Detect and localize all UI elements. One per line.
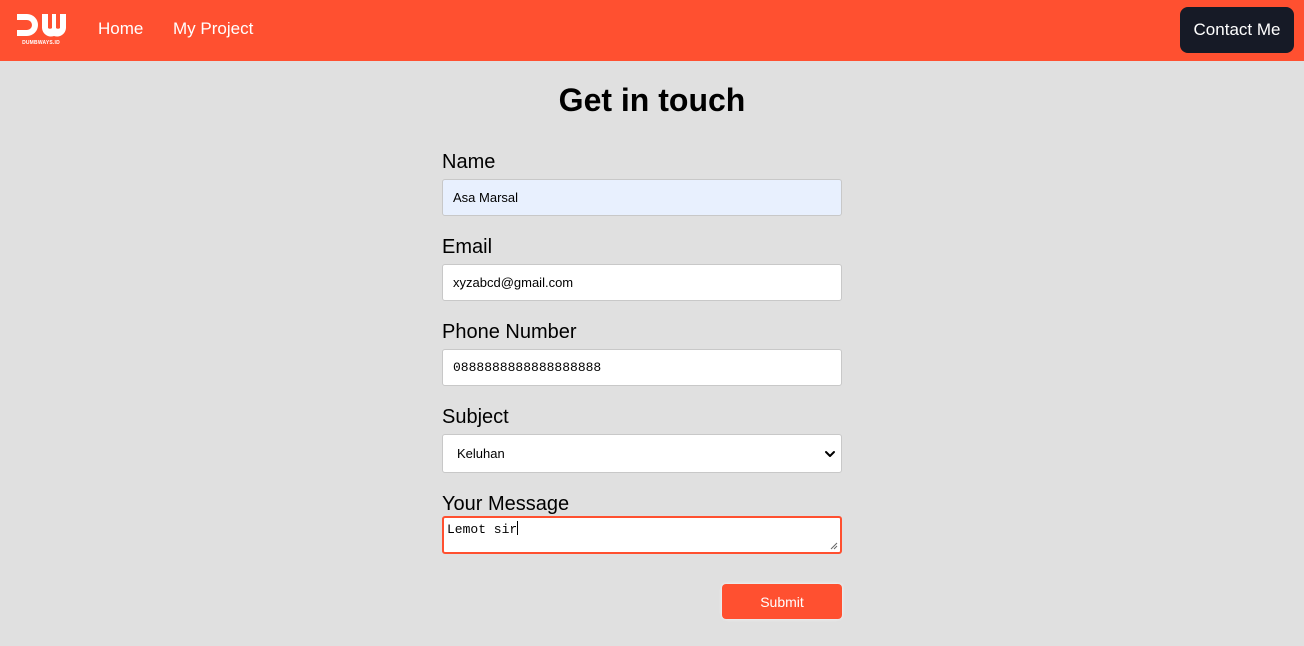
logo[interactable]: DUMBWAYS.ID [15,11,67,47]
nav-link-home[interactable]: Home [98,19,143,39]
phone-label: Phone Number [442,321,577,343]
resize-grip-icon[interactable] [828,540,838,550]
contact-me-button[interactable]: Contact Me [1180,7,1294,53]
name-input[interactable] [442,179,842,216]
navbar: DUMBWAYS.ID Home My Project Contact Me [0,0,1304,61]
subject-selected-value: Keluhan [457,446,505,461]
phone-input[interactable] [442,349,842,386]
submit-button[interactable]: Submit [722,584,842,619]
dw-logo-icon [17,14,66,37]
message-label: Your Message [442,493,570,515]
text-caret [517,521,519,535]
name-label: Name [442,151,496,173]
email-label: Email [442,236,493,258]
page-title: Get in touch [558,82,746,118]
subject-select[interactable]: Keluhan [442,434,842,473]
message-textarea[interactable]: Lemot sir [442,516,842,554]
subject-label: Subject [442,406,509,428]
logo-text: DUMBWAYS.ID [22,40,60,46]
nav-link-my-project[interactable]: My Project [173,19,253,39]
chevron-down-icon [825,451,835,457]
email-input[interactable] [442,264,842,301]
message-text: Lemot sir [447,522,518,537]
